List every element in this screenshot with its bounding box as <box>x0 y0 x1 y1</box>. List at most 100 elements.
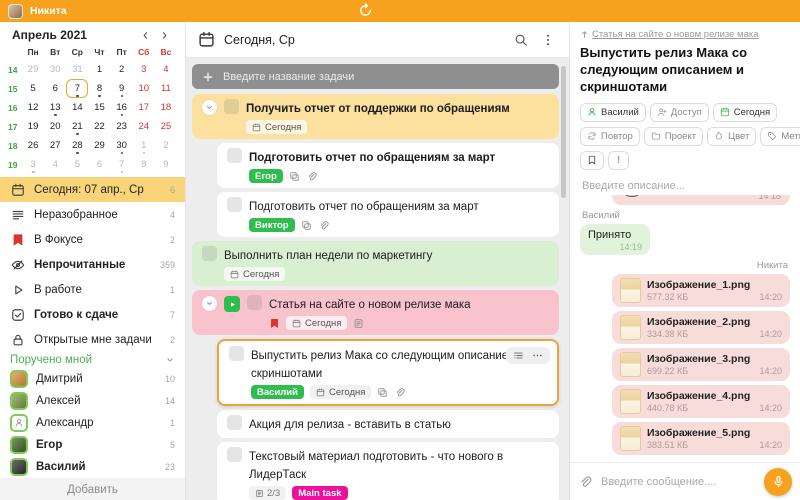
more-menu-icon[interactable] <box>532 350 543 361</box>
calendar-day[interactable]: 26 <box>22 136 44 155</box>
add-task-bar[interactable] <box>192 64 559 89</box>
calendar-day[interactable]: 27 <box>44 136 66 155</box>
calendar-day[interactable]: 20 <box>44 117 66 136</box>
paperclip-icon[interactable] <box>394 387 405 398</box>
sync-icon[interactable] <box>358 3 373 18</box>
task-checkbox[interactable] <box>227 415 242 430</box>
add-user-button[interactable]: Добавить <box>0 478 185 500</box>
bookmark-red-icon[interactable] <box>269 318 280 329</box>
calendar-day[interactable]: 3 <box>22 155 44 174</box>
task-title[interactable]: Выпустить релиз Мака со следующим описан… <box>251 350 526 380</box>
calendar-day[interactable]: 31 <box>66 60 88 79</box>
chevron-left-icon[interactable] <box>137 30 154 41</box>
task-title[interactable]: Статья на сайте о новом релизе мака <box>269 299 471 311</box>
label-badge[interactable]: Main task <box>292 486 347 500</box>
paperclip-icon[interactable] <box>318 220 329 231</box>
repeat-chip[interactable]: Повтор <box>580 127 640 146</box>
task-title[interactable]: Подготовить отчет по обращениям за март <box>249 201 479 213</box>
assigned-user-item[interactable]: Александр1 <box>0 412 185 434</box>
paperclip-icon[interactable] <box>306 171 317 182</box>
calendar-day[interactable]: 22 <box>88 117 110 136</box>
sidebar-item[interactable]: Непрочитанные359 <box>0 252 185 277</box>
user-avatar[interactable] <box>8 4 23 19</box>
search-icon[interactable] <box>512 33 530 47</box>
calendar-day[interactable]: 3 <box>133 60 155 79</box>
calendar-day[interactable]: 1 <box>133 136 155 155</box>
calendar-day[interactable]: 30 <box>111 136 133 155</box>
task-quick-actions[interactable] <box>506 347 550 364</box>
color-chip[interactable]: Цвет <box>707 127 756 146</box>
calendar-day[interactable]: 8 <box>133 155 155 174</box>
calendar-day[interactable]: 5 <box>22 79 44 98</box>
task-row[interactable]: Подготовить отчет по обращениям за март В… <box>217 192 559 237</box>
calendar-day[interactable]: 15 <box>88 98 110 117</box>
scrollbar[interactable] <box>561 66 566 198</box>
task-title[interactable]: Акция для релиза - вставить в статью <box>249 419 451 431</box>
calendar-day[interactable]: 9 <box>155 155 177 174</box>
sidebar-item[interactable]: Сегодня: 07 апр., Ср6 <box>0 177 185 202</box>
calendar-day[interactable]: 12 <box>22 98 44 117</box>
assigned-user-item[interactable]: Василий23 <box>0 456 185 478</box>
file-message[interactable]: Изображение_3.png699.22 КБ14:20 <box>612 348 790 381</box>
calendar-day[interactable]: 29 <box>22 60 44 79</box>
calendar-day[interactable]: 2 <box>111 60 133 79</box>
task-row[interactable]: Статья на сайте о новом релизе макаСегод… <box>192 290 559 335</box>
sidebar-item[interactable]: Готово к сдаче7 <box>0 302 185 327</box>
calendar-day[interactable]: 9 <box>111 79 133 98</box>
sidebar-item[interactable]: Неразобранное4 <box>0 202 185 227</box>
task-checkbox[interactable] <box>202 246 217 261</box>
assigned-by-me-section[interactable]: Поручено мной <box>0 352 185 368</box>
task-checkbox[interactable] <box>247 295 262 310</box>
assignee-badge[interactable]: Виктор <box>249 218 295 232</box>
file-message[interactable]: Изображение_5.png383.51 КБ14:20 <box>612 422 790 455</box>
calendar-day[interactable]: 7 <box>111 155 133 174</box>
collapse-chevron-icon[interactable] <box>202 100 217 115</box>
checklist-progress-badge[interactable]: 2/3 <box>249 486 286 500</box>
calendar-day[interactable]: 28 <box>66 136 88 155</box>
due-date-badge[interactable]: Сегодня <box>246 120 307 134</box>
calendar-day[interactable]: 8 <box>88 79 110 98</box>
calendar-day[interactable]: 29 <box>88 136 110 155</box>
task-checkbox[interactable] <box>229 346 244 361</box>
assignee-chip[interactable]: Василий <box>580 103 646 122</box>
calendar-day[interactable]: 18 <box>155 98 177 117</box>
note-icon[interactable] <box>353 318 364 329</box>
voice-record-button[interactable] <box>764 468 792 496</box>
calendar-day[interactable]: 7 <box>66 79 88 98</box>
chevron-right-icon[interactable] <box>156 30 173 41</box>
assigned-user-item[interactable]: Алексей14 <box>0 390 185 412</box>
assignee-badge[interactable]: Василий <box>251 385 304 399</box>
access-chip[interactable]: Доступ <box>650 103 709 122</box>
task-title[interactable]: Подготовить отчет по обращениям за март <box>249 152 495 164</box>
calendar-day[interactable]: 1 <box>88 60 110 79</box>
sidebar-item[interactable]: В работе1 <box>0 277 185 302</box>
assignee-badge[interactable]: Егор <box>249 169 283 183</box>
dots-v-icon[interactable] <box>539 33 557 47</box>
task-checkbox[interactable] <box>227 197 242 212</box>
assigned-user-item[interactable]: Дмитрий10 <box>0 368 185 390</box>
calendar-day[interactable]: 10 <box>133 79 155 98</box>
description-input[interactable] <box>580 179 790 193</box>
due-date-badge[interactable]: Сегодня <box>224 267 285 281</box>
assigned-user-item[interactable]: Егор5 <box>0 434 185 456</box>
calendar-day[interactable]: 30 <box>44 60 66 79</box>
collapse-chevron-icon[interactable] <box>202 296 217 311</box>
calendar-day[interactable]: 21 <box>66 117 88 136</box>
calendar-day[interactable]: 24 <box>133 117 155 136</box>
task-checkbox[interactable] <box>227 447 242 462</box>
calendar-day[interactable]: 6 <box>88 155 110 174</box>
tag-chip[interactable]: Метка <box>760 127 800 146</box>
flag-chip[interactable] <box>580 151 604 170</box>
calendar-day[interactable]: 5 <box>66 155 88 174</box>
calendar-day[interactable]: 13 <box>44 98 66 117</box>
calendar-day[interactable]: 23 <box>111 117 133 136</box>
start-task-button[interactable] <box>224 296 240 312</box>
calendar-day[interactable]: 16 <box>111 98 133 117</box>
project-chip[interactable]: Проект <box>644 127 703 146</box>
message-input[interactable] <box>599 475 757 489</box>
due-date-badge[interactable]: Сегодня <box>310 385 371 399</box>
task-checkbox[interactable] <box>227 148 242 163</box>
task-row[interactable]: Текстовый материал подготовить - что нов… <box>217 442 559 500</box>
attach-icon[interactable] <box>578 475 592 489</box>
task-title[interactable]: Выполнить план недели по маркетингу <box>224 250 432 262</box>
